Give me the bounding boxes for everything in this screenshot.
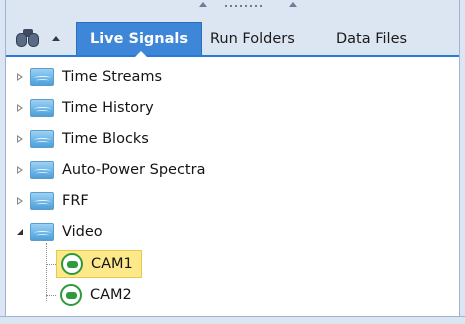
tab-bar: Live Signals Run Folders Data Files [6,14,459,57]
collapse-arrow-icon[interactable] [14,226,26,238]
tab-live-signals-label: Live Signals [89,31,189,47]
tree-connector-line [46,243,47,301]
signal-tree: Time Streams Time History Time Blocks Au… [6,59,459,316]
frame-bottom-border [0,316,465,324]
tab-run-folders-label: Run Folders [210,30,295,47]
expand-arrow-icon[interactable] [14,102,26,114]
tree-item-label: Auto-Power Spectra [62,162,206,178]
tree-item-label: FRF [62,193,89,209]
tree-item-cam1[interactable]: CAM1 [56,250,142,278]
tree-item-video[interactable]: Video [6,217,103,247]
tree-item-cam2[interactable]: CAM2 [56,281,140,309]
binoculars-icon [14,27,42,49]
tree-item-time-streams[interactable]: Time Streams [6,62,162,92]
tree-connector-line [46,295,56,296]
expand-arrow-icon[interactable] [14,195,26,207]
active-tab-notch-icon [135,51,147,57]
tab-run-folders[interactable]: Run Folders [210,22,295,55]
tab-data-files[interactable]: Data Files [336,22,407,55]
tree-item-frf[interactable]: FRF [6,186,89,216]
signal-folder-icon [30,130,54,148]
tree-item-label: Time History [62,100,154,116]
tree-item-label: CAM2 [90,287,132,303]
grip-dots-icon[interactable] [213,0,273,12]
tree-item-label: Time Streams [62,69,163,85]
collapse-up-arrow-icon[interactable] [199,2,207,7]
tab-data-files-label: Data Files [336,30,408,47]
dropdown-caret-icon [52,35,60,41]
tree-item-auto-power-spectra[interactable]: Auto-Power Spectra [6,155,205,185]
camera-status-icon [60,284,82,306]
signal-folder-icon [30,99,54,117]
find-tool-dropdown[interactable] [14,22,74,54]
camera-status-icon [61,253,83,275]
tree-item-label: Video [62,224,103,240]
collapse-up-arrow-icon-right[interactable] [289,2,297,7]
signal-folder-icon [30,161,54,179]
expand-arrow-icon[interactable] [14,164,26,176]
expand-arrow-icon[interactable] [14,71,26,83]
tab-live-signals[interactable]: Live Signals [76,22,202,57]
expand-arrow-icon[interactable] [14,133,26,145]
panel-resize-grip[interactable] [0,0,465,14]
signal-folder-icon [30,223,54,241]
signal-folder-icon [30,192,54,210]
tree-item-time-blocks[interactable]: Time Blocks [6,124,149,154]
live-signals-panel: Live Signals Run Folders Data Files Time… [0,0,465,324]
tree-connector-line [46,264,56,265]
signal-folder-icon [30,68,54,86]
tree-item-label: Time Blocks [62,131,149,147]
frame-right-border [459,0,465,324]
tree-item-time-history[interactable]: Time History [6,93,154,123]
tree-item-label: CAM1 [91,256,133,272]
